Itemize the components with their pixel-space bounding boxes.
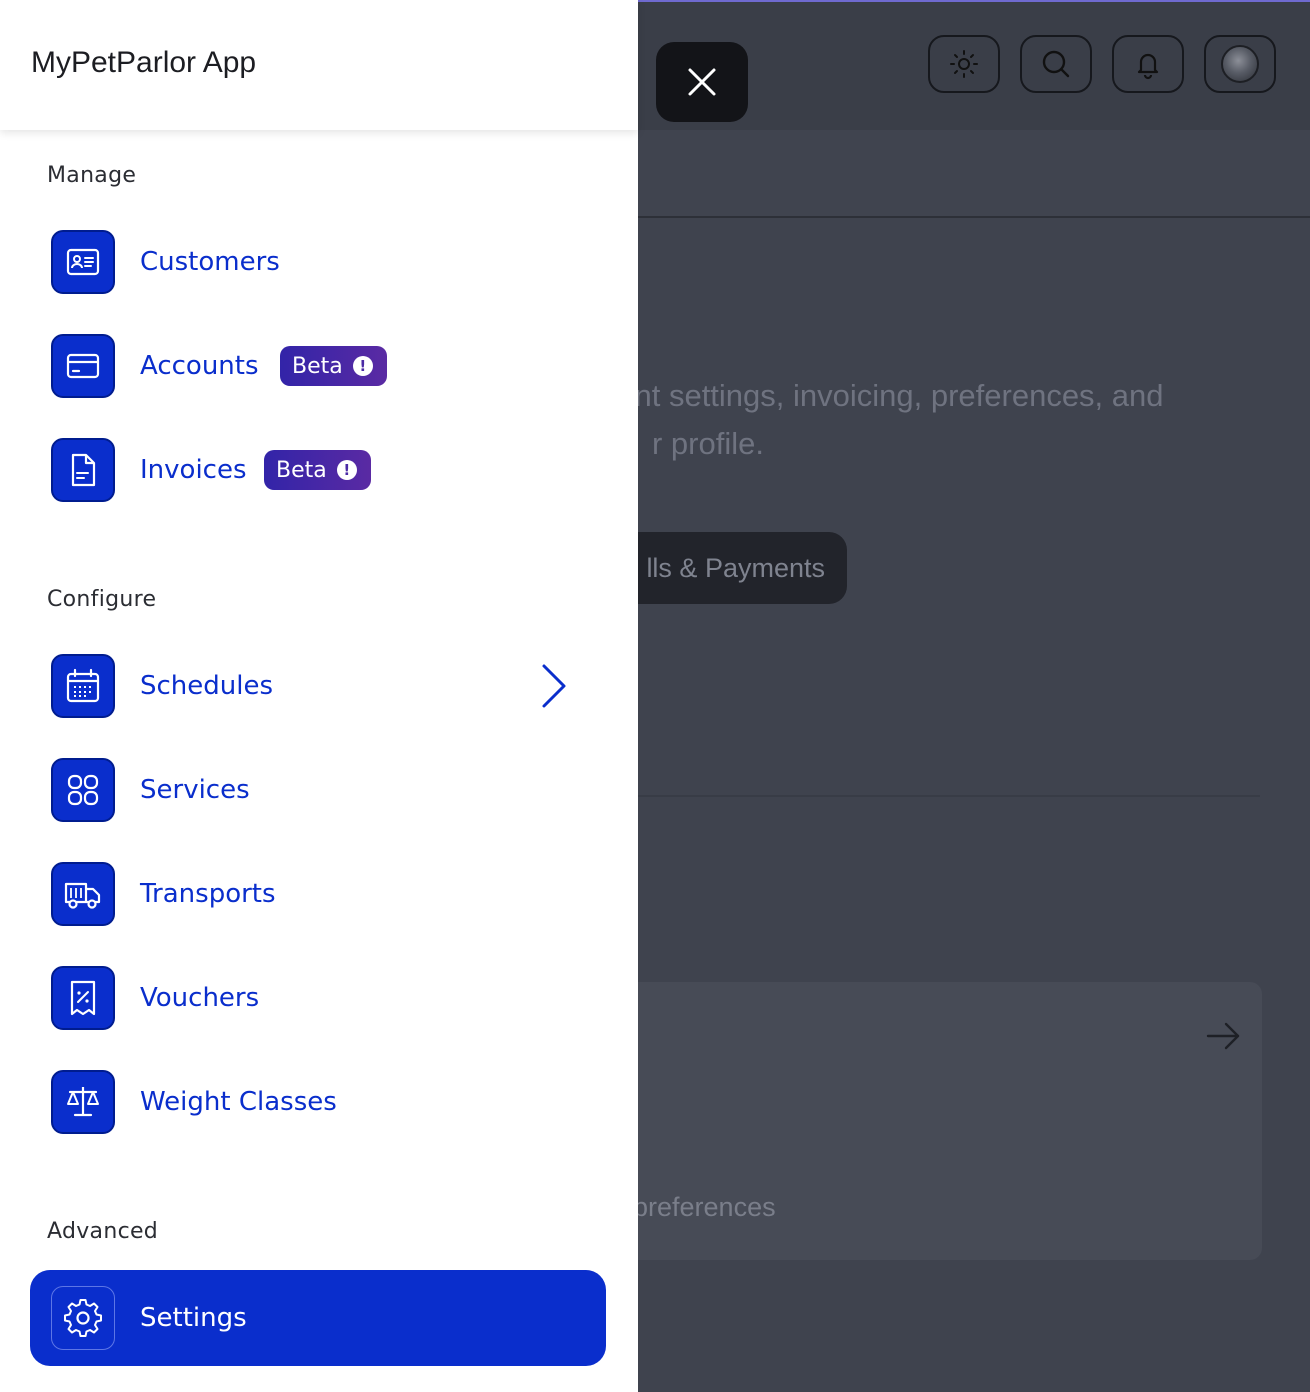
- sun-icon: [950, 50, 978, 78]
- description-line-1: ount settings, invoicing, preferences, a…: [600, 378, 1164, 413]
- nav-item-label: Services: [140, 775, 250, 805]
- nav-item-label: Accounts: [140, 351, 259, 381]
- scale-icon: [51, 1070, 115, 1134]
- preferences-card-text: preferences: [633, 1192, 776, 1222]
- nav-item-invoices[interactable]: Invoices Beta !: [30, 422, 606, 518]
- grid-icon: [51, 758, 115, 822]
- document-icon: [51, 438, 115, 502]
- page-description: ount settings, invoicing, preferences, a…: [600, 372, 1290, 468]
- nav-item-label: Vouchers: [140, 983, 260, 1013]
- beta-badge-label: Beta: [276, 457, 327, 483]
- nav-item-transports[interactable]: Transports: [30, 846, 606, 942]
- close-drawer-button[interactable]: [656, 42, 748, 122]
- nav-item-accounts[interactable]: Accounts Beta !: [30, 318, 606, 414]
- nav-item-settings[interactable]: Settings: [30, 1270, 606, 1366]
- search-button[interactable]: [1020, 35, 1092, 93]
- credit-card-icon: [51, 334, 115, 398]
- nav-item-label: Invoices: [140, 455, 247, 485]
- notifications-button[interactable]: [1112, 35, 1184, 93]
- alert-icon: !: [352, 356, 373, 376]
- content-divider: [638, 795, 1260, 797]
- calendar-icon: [51, 654, 115, 718]
- id-card-icon: [51, 230, 115, 294]
- close-icon: [688, 68, 716, 96]
- nav-item-weight-classes[interactable]: Weight Classes: [30, 1054, 606, 1150]
- theme-toggle-button[interactable]: [928, 35, 1000, 93]
- beta-badge: Beta !: [264, 450, 371, 490]
- nav-item-vouchers[interactable]: Vouchers: [30, 950, 606, 1046]
- navigation-drawer: MyPetParlor App Manage Customers Account…: [0, 0, 638, 1392]
- gear-icon: [51, 1286, 115, 1350]
- preferences-card[interactable]: preferences: [600, 982, 1262, 1260]
- nav-item-label: Settings: [140, 1303, 247, 1333]
- chevron-right-icon: [542, 664, 566, 708]
- nav-item-label: Transports: [140, 879, 276, 909]
- nav-item-schedules[interactable]: Schedules: [30, 638, 606, 734]
- bills-payments-label: lls & Payments: [646, 552, 825, 583]
- nav-item-label: Schedules: [140, 671, 274, 701]
- avatar: [1221, 45, 1259, 83]
- search-icon: [1042, 50, 1070, 78]
- beta-badge: Beta !: [280, 346, 387, 386]
- section-label-configure: Configure: [47, 587, 157, 612]
- description-line-2: r profile.: [652, 426, 764, 461]
- section-label-manage: Manage: [47, 163, 137, 188]
- arrow-right-icon: [1206, 1022, 1240, 1050]
- truck-icon: [51, 862, 115, 926]
- nav-item-label: Customers: [140, 247, 280, 277]
- bell-icon: [1137, 53, 1159, 80]
- nav-item-customers[interactable]: Customers: [30, 214, 606, 310]
- profile-avatar-button[interactable]: [1204, 35, 1276, 93]
- drawer-header: MyPetParlor App: [0, 0, 638, 130]
- beta-badge-label: Beta: [292, 353, 343, 379]
- nav-item-services[interactable]: Services: [30, 742, 606, 838]
- app-title: MyPetParlor App: [31, 46, 257, 79]
- alert-icon: !: [336, 460, 357, 480]
- nav-item-label: Weight Classes: [140, 1087, 337, 1117]
- receipt-percent-icon: [51, 966, 115, 1030]
- section-label-advanced: Advanced: [47, 1219, 159, 1244]
